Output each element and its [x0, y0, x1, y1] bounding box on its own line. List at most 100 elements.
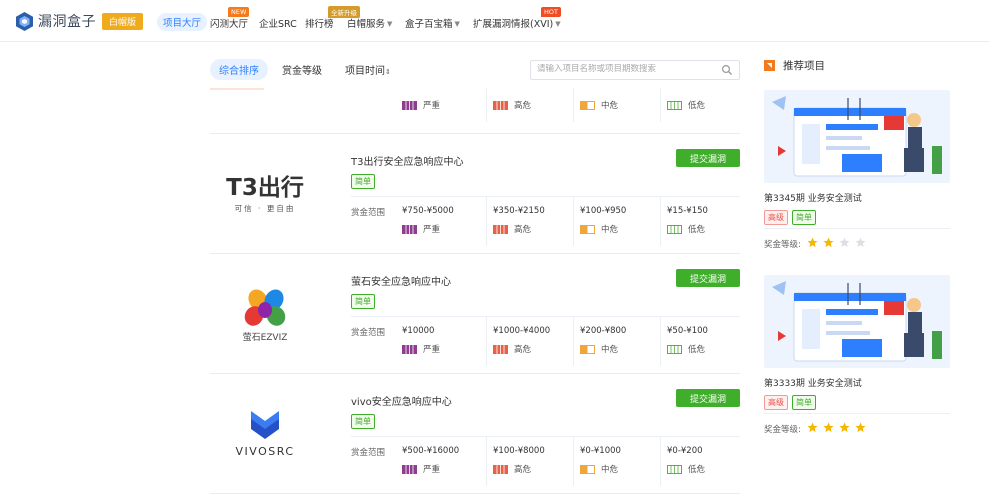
- vivosrc-logo-text: VIVOSRC: [235, 445, 294, 458]
- recommended-project-title[interactable]: 第3333期 业务安全测试: [764, 376, 862, 389]
- bounty-low: ¥50-¥100 低危: [660, 316, 740, 366]
- project-card[interactable]: VIVOSRC vivo安全应急响应中心 提交漏洞 简单 赏金范围 ¥500-¥…: [210, 374, 740, 494]
- recommended-illustration[interactable]: [764, 275, 950, 368]
- level-label: 低危: [688, 101, 706, 111]
- tab-project-time[interactable]: 项目时间⇕: [345, 62, 391, 77]
- sort-icon: ⇕: [385, 68, 391, 76]
- security-test-illustration: [764, 90, 950, 183]
- critical-level-icon: [402, 344, 417, 354]
- star-icon: [839, 237, 850, 248]
- level-label: 高危: [514, 465, 532, 475]
- difficulty-tag: 简单: [351, 174, 375, 189]
- star-icon: [839, 422, 850, 433]
- tab-bounty-level[interactable]: 赏金等级: [282, 62, 322, 77]
- recommended-card[interactable]: 第3345期 业务安全测试 高级 简单 奖金等级:: [764, 90, 950, 250]
- level-label: 严重: [423, 101, 441, 111]
- bounty-critical: ¥500-¥16000 严重: [402, 436, 492, 486]
- submit-vuln-button[interactable]: 提交漏洞: [676, 269, 740, 287]
- level-label: 高危: [514, 345, 532, 355]
- bounty-high: ¥1000-¥4000 高危: [486, 316, 576, 366]
- vivosrc-logo: VIVOSRC: [210, 374, 320, 492]
- nav-label: 扩展漏洞情报(XVI): [473, 19, 554, 30]
- recommended-tags: 高级 简单: [764, 395, 820, 410]
- project-card[interactable]: 萤石EZVIZ 萤石安全应急响应中心 提交漏洞 简单 赏金范围 ¥10000 严…: [210, 254, 740, 374]
- recommended-illustration[interactable]: [764, 90, 950, 183]
- accent-line: [210, 88, 264, 90]
- project-card-partial[interactable]: 严重 高危 中危 低危: [210, 88, 740, 134]
- difficulty-tag: 简单: [351, 294, 375, 309]
- bounty-medium: ¥200-¥800 中危: [573, 316, 663, 366]
- level-label: 中危: [601, 465, 619, 475]
- recommended-project-title[interactable]: 第3345期 业务安全测试: [764, 191, 862, 204]
- new-badge: NEW: [228, 7, 250, 17]
- submit-vuln-button[interactable]: 提交漏洞: [676, 149, 740, 167]
- box-logo-icon: [16, 11, 33, 31]
- brand-logo[interactable]: 漏洞盒子 白帽版: [16, 11, 144, 31]
- nav-item-toolbox[interactable]: 盒子百宝箱 ▼: [405, 16, 460, 30]
- level-row: 严重: [402, 343, 440, 355]
- medium-level-icon: [580, 224, 595, 234]
- bounty-medium: ¥100-¥950 中危: [573, 196, 663, 246]
- bounty-range-value: ¥100-¥8000: [493, 446, 545, 456]
- bounty-high: ¥100-¥8000 高危: [486, 436, 576, 486]
- tab-overall-sort[interactable]: 综合排序: [210, 59, 268, 80]
- t3-logo: T3出行 可信 · 更自由: [210, 134, 320, 252]
- level-row: 严重: [402, 463, 440, 475]
- nav-item-enterprise-src[interactable]: 企业SRC: [259, 16, 297, 30]
- star-icon: [823, 237, 834, 248]
- chevron-down-icon: ▼: [555, 20, 561, 28]
- medium-level-icon: [580, 100, 595, 110]
- bounty-range-value: ¥100-¥950: [580, 206, 627, 216]
- difficulty-tag: 简单: [351, 414, 375, 429]
- nav-item-project-hall[interactable]: 项目大厅: [157, 13, 208, 31]
- nav-item-xvi[interactable]: 扩展漏洞情报(XVI) ▼: [473, 16, 561, 30]
- reward-level: 奖金等级:: [764, 237, 871, 251]
- bounty-high: ¥350-¥2150 高危: [486, 196, 576, 246]
- project-title[interactable]: T3出行安全应急响应中心: [351, 153, 463, 168]
- bounty-range-value: ¥50-¥100: [667, 326, 708, 336]
- level-row: 严重: [402, 223, 440, 235]
- search-icon[interactable]: [721, 64, 733, 76]
- recommended-title: 推荐项目: [783, 60, 825, 72]
- chevron-down-icon: ▼: [387, 20, 393, 28]
- project-card[interactable]: T3出行 可信 · 更自由 T3出行安全应急响应中心 提交漏洞 简单 赏金范围 …: [210, 134, 740, 254]
- low-level-icon: [667, 464, 682, 474]
- critical-level-icon: [402, 464, 417, 474]
- ezviz-logo-icon: 萤石EZVIZ: [243, 289, 287, 343]
- nav-item-leaderboard[interactable]: 排行榜: [305, 16, 334, 30]
- recommended-tags: 高级 简单: [764, 210, 820, 225]
- level-label: 严重: [423, 225, 441, 235]
- level-row: 高危: [493, 463, 531, 475]
- reward-stars: [807, 422, 871, 436]
- bounty-medium: ¥0-¥1000 中危: [573, 436, 663, 486]
- ezviz-logo: 萤石EZVIZ: [210, 254, 320, 372]
- high-level-icon: [493, 464, 508, 474]
- level-label: 严重: [423, 465, 441, 475]
- level-row: 高危: [493, 223, 531, 235]
- bounty-range-value: ¥350-¥2150: [493, 206, 545, 216]
- tab-label: 项目时间: [345, 66, 385, 77]
- recommended-card[interactable]: 第3333期 业务安全测试 高级 简单 奖金等级:: [764, 275, 950, 435]
- bounty-medium: 中危: [573, 88, 663, 122]
- project-title[interactable]: 萤石安全应急响应中心: [351, 273, 451, 288]
- bounty-range-value: ¥0-¥1000: [580, 446, 621, 456]
- brand-name: 漏洞盒子: [38, 14, 96, 30]
- nav-item-flash-test[interactable]: 闪测大厅: [210, 16, 248, 30]
- bounty-range-value: ¥15-¥150: [667, 206, 708, 216]
- search-input[interactable]: [537, 64, 717, 74]
- level-label: 中危: [601, 101, 619, 111]
- level-label: 中危: [601, 225, 619, 235]
- bounty-low: ¥15-¥150 低危: [660, 196, 740, 246]
- level-row: 中危: [580, 99, 618, 111]
- medium-level-icon: [580, 464, 595, 474]
- bounty-low: 低危: [660, 88, 740, 122]
- project-title[interactable]: vivo安全应急响应中心: [351, 393, 452, 408]
- level-tag: 高级: [764, 210, 788, 225]
- low-level-icon: [667, 344, 682, 354]
- low-level-icon: [667, 224, 682, 234]
- t3-logo-slogan: 可信 · 更自由: [235, 203, 296, 213]
- bounty-range-value: ¥10000: [402, 326, 435, 336]
- nav-item-whitehat-service[interactable]: 白帽服务 ▼: [347, 16, 392, 30]
- submit-vuln-button[interactable]: 提交漏洞: [676, 389, 740, 407]
- t3-logo-icon: T3出行 可信 · 更自由: [226, 174, 304, 213]
